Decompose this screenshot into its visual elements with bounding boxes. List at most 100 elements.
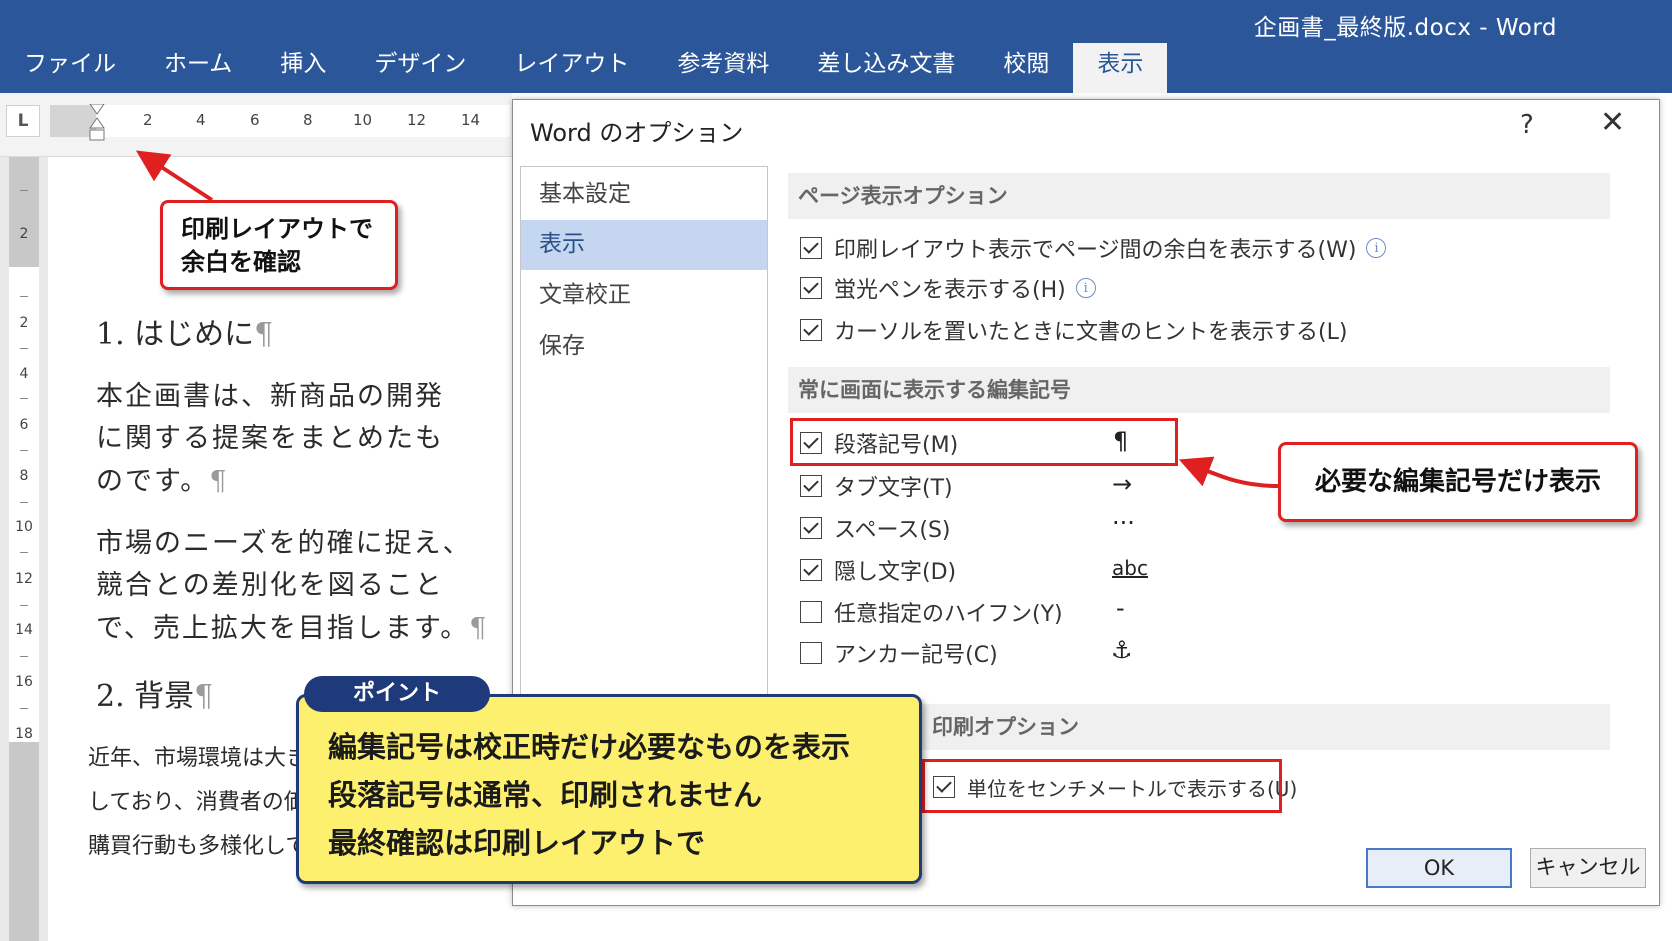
vruler-lower-shade	[9, 742, 39, 941]
option-label: カーソルを置いたときに文書のヒントを表示する(L)	[834, 320, 1348, 345]
hruler-label: 8	[303, 111, 313, 129]
heading-text: 1. はじめに	[96, 317, 255, 352]
pilcrow-mark: ¶	[469, 613, 489, 644]
callout-line: 印刷レイアウトで	[181, 215, 373, 243]
options-scrollbar[interactable]	[1616, 157, 1650, 897]
help-button[interactable]: ?	[1520, 110, 1534, 140]
nav-item-proofing[interactable]: 文章校正	[521, 271, 767, 321]
section-print-options: 印刷オプション	[922, 704, 1610, 750]
highlight-paragraph-marks	[790, 418, 1178, 466]
checkbox[interactable]	[800, 559, 822, 581]
checkbox[interactable]	[800, 601, 822, 623]
margin-callout: 印刷レイアウトで 余白を確認	[160, 200, 398, 290]
vruler-tick	[20, 296, 28, 297]
doc-heading-2[interactable]: 2. 背景¶	[96, 671, 213, 715]
point-line: 段落記号は通常、印刷されません	[328, 778, 763, 812]
tab-review[interactable]: 校閲	[979, 43, 1073, 93]
vruler-label: 14	[15, 622, 33, 638]
vruler-label: 16	[15, 674, 33, 690]
doc-paragraph-line[interactable]: 市場のニーズを的確に捉え、	[96, 521, 472, 560]
info-icon[interactable]: i	[1075, 278, 1096, 298]
option-label: 印刷レイアウト表示でページ間の余白を表示する(W)	[834, 238, 1357, 263]
doc-heading-1[interactable]: 1. はじめに¶	[96, 309, 273, 353]
info-icon[interactable]: i	[1366, 238, 1387, 258]
hyphen-icon: -	[1116, 594, 1125, 622]
tab-selector[interactable]: L	[6, 105, 40, 137]
doc-paragraph-line[interactable]: に関する提案をまとめたも	[96, 416, 444, 455]
hruler-label: 14	[461, 111, 481, 129]
option-show-tooltips[interactable]: カーソルを置いたときに文書のヒントを表示する(L)	[800, 315, 1347, 345]
doc-paragraph-line[interactable]: 近年、市場環境は大き	[88, 740, 308, 772]
vruler-label: 2	[19, 315, 29, 331]
pilcrow-mark: ¶	[209, 466, 229, 497]
vruler-label: 10	[15, 519, 33, 535]
checkbox[interactable]	[800, 319, 822, 341]
ok-button[interactable]: OK	[1366, 848, 1512, 888]
section-page-display: ページ表示オプション	[788, 173, 1610, 219]
nav-item-save[interactable]: 保存	[521, 322, 767, 372]
indent-marker-icon[interactable]	[89, 104, 105, 144]
vruler-label: 18	[15, 726, 33, 742]
vruler-label: 8	[19, 468, 29, 484]
checkbox[interactable]	[800, 237, 822, 259]
doc-paragraph-line[interactable]: 本企画書は、新商品の開発	[96, 374, 444, 413]
tab-references[interactable]: 参考資料	[653, 43, 793, 93]
vruler-label: 2	[19, 226, 29, 242]
callout-line: 余白を確認	[181, 248, 301, 276]
doc-paragraph-line[interactable]: のです。¶	[96, 459, 229, 498]
window-title: 企画書_最終版.docx - Word	[1253, 15, 1557, 41]
marks-callout: 必要な編集記号だけ表示	[1278, 442, 1638, 522]
vruler-label: 6	[19, 417, 29, 433]
vruler-tick	[20, 656, 28, 657]
option-label: タブ文字(T)	[834, 476, 953, 501]
vruler-tick	[20, 502, 28, 503]
option-show-highlighter[interactable]: 蛍光ペンを表示する(H) i	[800, 273, 1096, 303]
doc-paragraph-line[interactable]: で、売上拡大を目指します。¶	[96, 606, 488, 645]
option-hidden-text[interactable]: 隠し文字(D)	[800, 555, 956, 585]
option-spaces[interactable]: スペース(S)	[800, 513, 951, 543]
tab-layout[interactable]: レイアウト	[490, 43, 653, 93]
hruler-label: 2	[143, 111, 153, 129]
hruler-label: 12	[407, 111, 427, 129]
checkbox[interactable]	[800, 517, 822, 539]
vruler-tick	[20, 348, 28, 349]
tab-view[interactable]: 表示	[1073, 43, 1168, 93]
tab-design[interactable]: デザイン	[350, 43, 490, 93]
vruler-tick	[20, 605, 28, 606]
tab-home[interactable]: ホーム	[140, 43, 256, 93]
checkbox[interactable]	[800, 642, 822, 664]
checkbox[interactable]	[800, 277, 822, 299]
vruler-tick	[20, 552, 28, 553]
pilcrow-mark: ¶	[194, 679, 214, 714]
heading-text: 2. 背景	[96, 679, 195, 714]
line-text: のです。	[96, 466, 210, 497]
nav-item-general[interactable]: 基本設定	[521, 170, 767, 220]
horizontal-ruler[interactable]	[50, 105, 510, 137]
cancel-button[interactable]: キャンセル	[1530, 848, 1646, 888]
tab-mailings[interactable]: 差し込み文書	[793, 43, 979, 93]
option-label: スペース(S)	[834, 518, 951, 543]
checkbox[interactable]	[800, 475, 822, 497]
ribbon: 企画書_最終版.docx - Word ファイル ホーム 挿入 デザイン レイア…	[0, 0, 1672, 93]
dialog-title: Word のオプション	[530, 119, 744, 147]
section-formatting-marks: 常に画面に表示する編集記号	[788, 367, 1610, 413]
option-optional-hyphens[interactable]: 任意指定のハイフン(Y)	[800, 597, 1063, 627]
highlight-centimeters	[922, 759, 1282, 813]
tab-arrow-icon: →	[1112, 470, 1133, 498]
option-show-whitespace[interactable]: 印刷レイアウト表示でページ間の余白を表示する(W) i	[800, 233, 1387, 263]
line-text: で、売上拡大を目指します。	[96, 613, 470, 644]
option-tab-characters[interactable]: タブ文字(T)	[800, 471, 953, 501]
option-label: 隠し文字(D)	[834, 560, 957, 585]
hruler-label: 6	[250, 111, 260, 129]
tab-insert[interactable]: 挿入	[256, 43, 350, 93]
doc-paragraph-line[interactable]: 競合との差別化を図ること	[96, 563, 444, 602]
tab-file[interactable]: ファイル	[0, 43, 140, 93]
option-label: 任意指定のハイフン(Y)	[834, 602, 1063, 627]
hruler-label: 10	[353, 111, 373, 129]
vruler-tick	[20, 708, 28, 709]
vruler-tick	[20, 398, 28, 399]
nav-item-display[interactable]: 表示	[521, 220, 767, 270]
close-icon[interactable]: ✕	[1600, 108, 1625, 138]
anchor-icon: ⚓	[1111, 636, 1133, 664]
option-anchors[interactable]: アンカー記号(C)	[800, 638, 998, 668]
